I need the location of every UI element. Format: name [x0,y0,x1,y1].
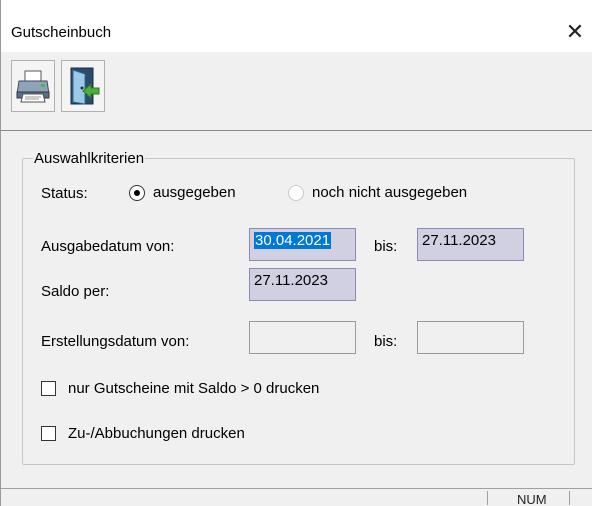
close-button[interactable]: ✕ [561,17,589,47]
radio-noch-nicht-ausgegeben[interactable]: noch nicht ausgegeben [288,184,467,201]
checkbox-zu-abbuchungen[interactable]: Zu-/Abbuchungen drucken [41,425,245,442]
status-label: Status: [41,185,88,202]
toolbar [11,60,105,130]
ausgabedatum-from-field[interactable]: 30.04.2021 [249,228,356,261]
toolbar-separator [1,130,592,131]
print-button[interactable] [11,60,55,112]
printer-icon [16,70,50,103]
erstellungsdatum-to-field[interactable] [417,321,524,354]
checkbox-label: nur Gutscheine mit Saldo > 0 drucken [68,380,320,397]
saldo-label: Saldo per: [41,283,110,300]
status-divider [569,491,570,505]
radio-ausgegeben[interactable]: ausgegeben [129,184,236,201]
checkbox-label: Zu-/Abbuchungen drucken [68,425,245,442]
radio-indicator [129,184,145,201]
checkbox-indicator [41,426,56,441]
ausgabedatum-bis-label: bis: [374,238,398,255]
checkbox-indicator [41,381,56,396]
ausgabedatum-label: Ausgabedatum von: [41,238,175,255]
erstellungsdatum-label: Erstellungsdatum von: [41,333,190,350]
exit-button[interactable] [61,60,105,112]
num-lock-indicator: NUM [517,492,547,506]
radio-label: ausgegeben [153,184,236,201]
field-value: 27.11.2023 [254,272,328,289]
title-bar: Gutscheinbuch ✕ [0,0,592,52]
erstellungsdatum-from-field[interactable] [249,321,356,354]
saldo-per-field[interactable]: 27.11.2023 [249,268,356,301]
status-divider [487,491,488,505]
erstellungsdatum-bis-label: bis: [374,333,398,350]
radio-indicator [288,184,304,201]
field-value: 27.11.2023 [422,232,496,249]
window-title: Gutscheinbuch [11,24,112,41]
exit-door-icon [70,67,100,105]
ausgabedatum-to-field[interactable]: 27.11.2023 [417,228,524,261]
field-value: 30.04.2021 [254,232,332,249]
radio-label: noch nicht ausgegeben [312,184,468,201]
window-client-area: Auswahlkriterien Status: ausgegeben noch… [0,52,592,506]
status-bar: NUM [1,488,592,506]
group-legend: Auswahlkriterien [34,150,145,167]
checkbox-saldo-gt-zero[interactable]: nur Gutscheine mit Saldo > 0 drucken [41,380,319,397]
